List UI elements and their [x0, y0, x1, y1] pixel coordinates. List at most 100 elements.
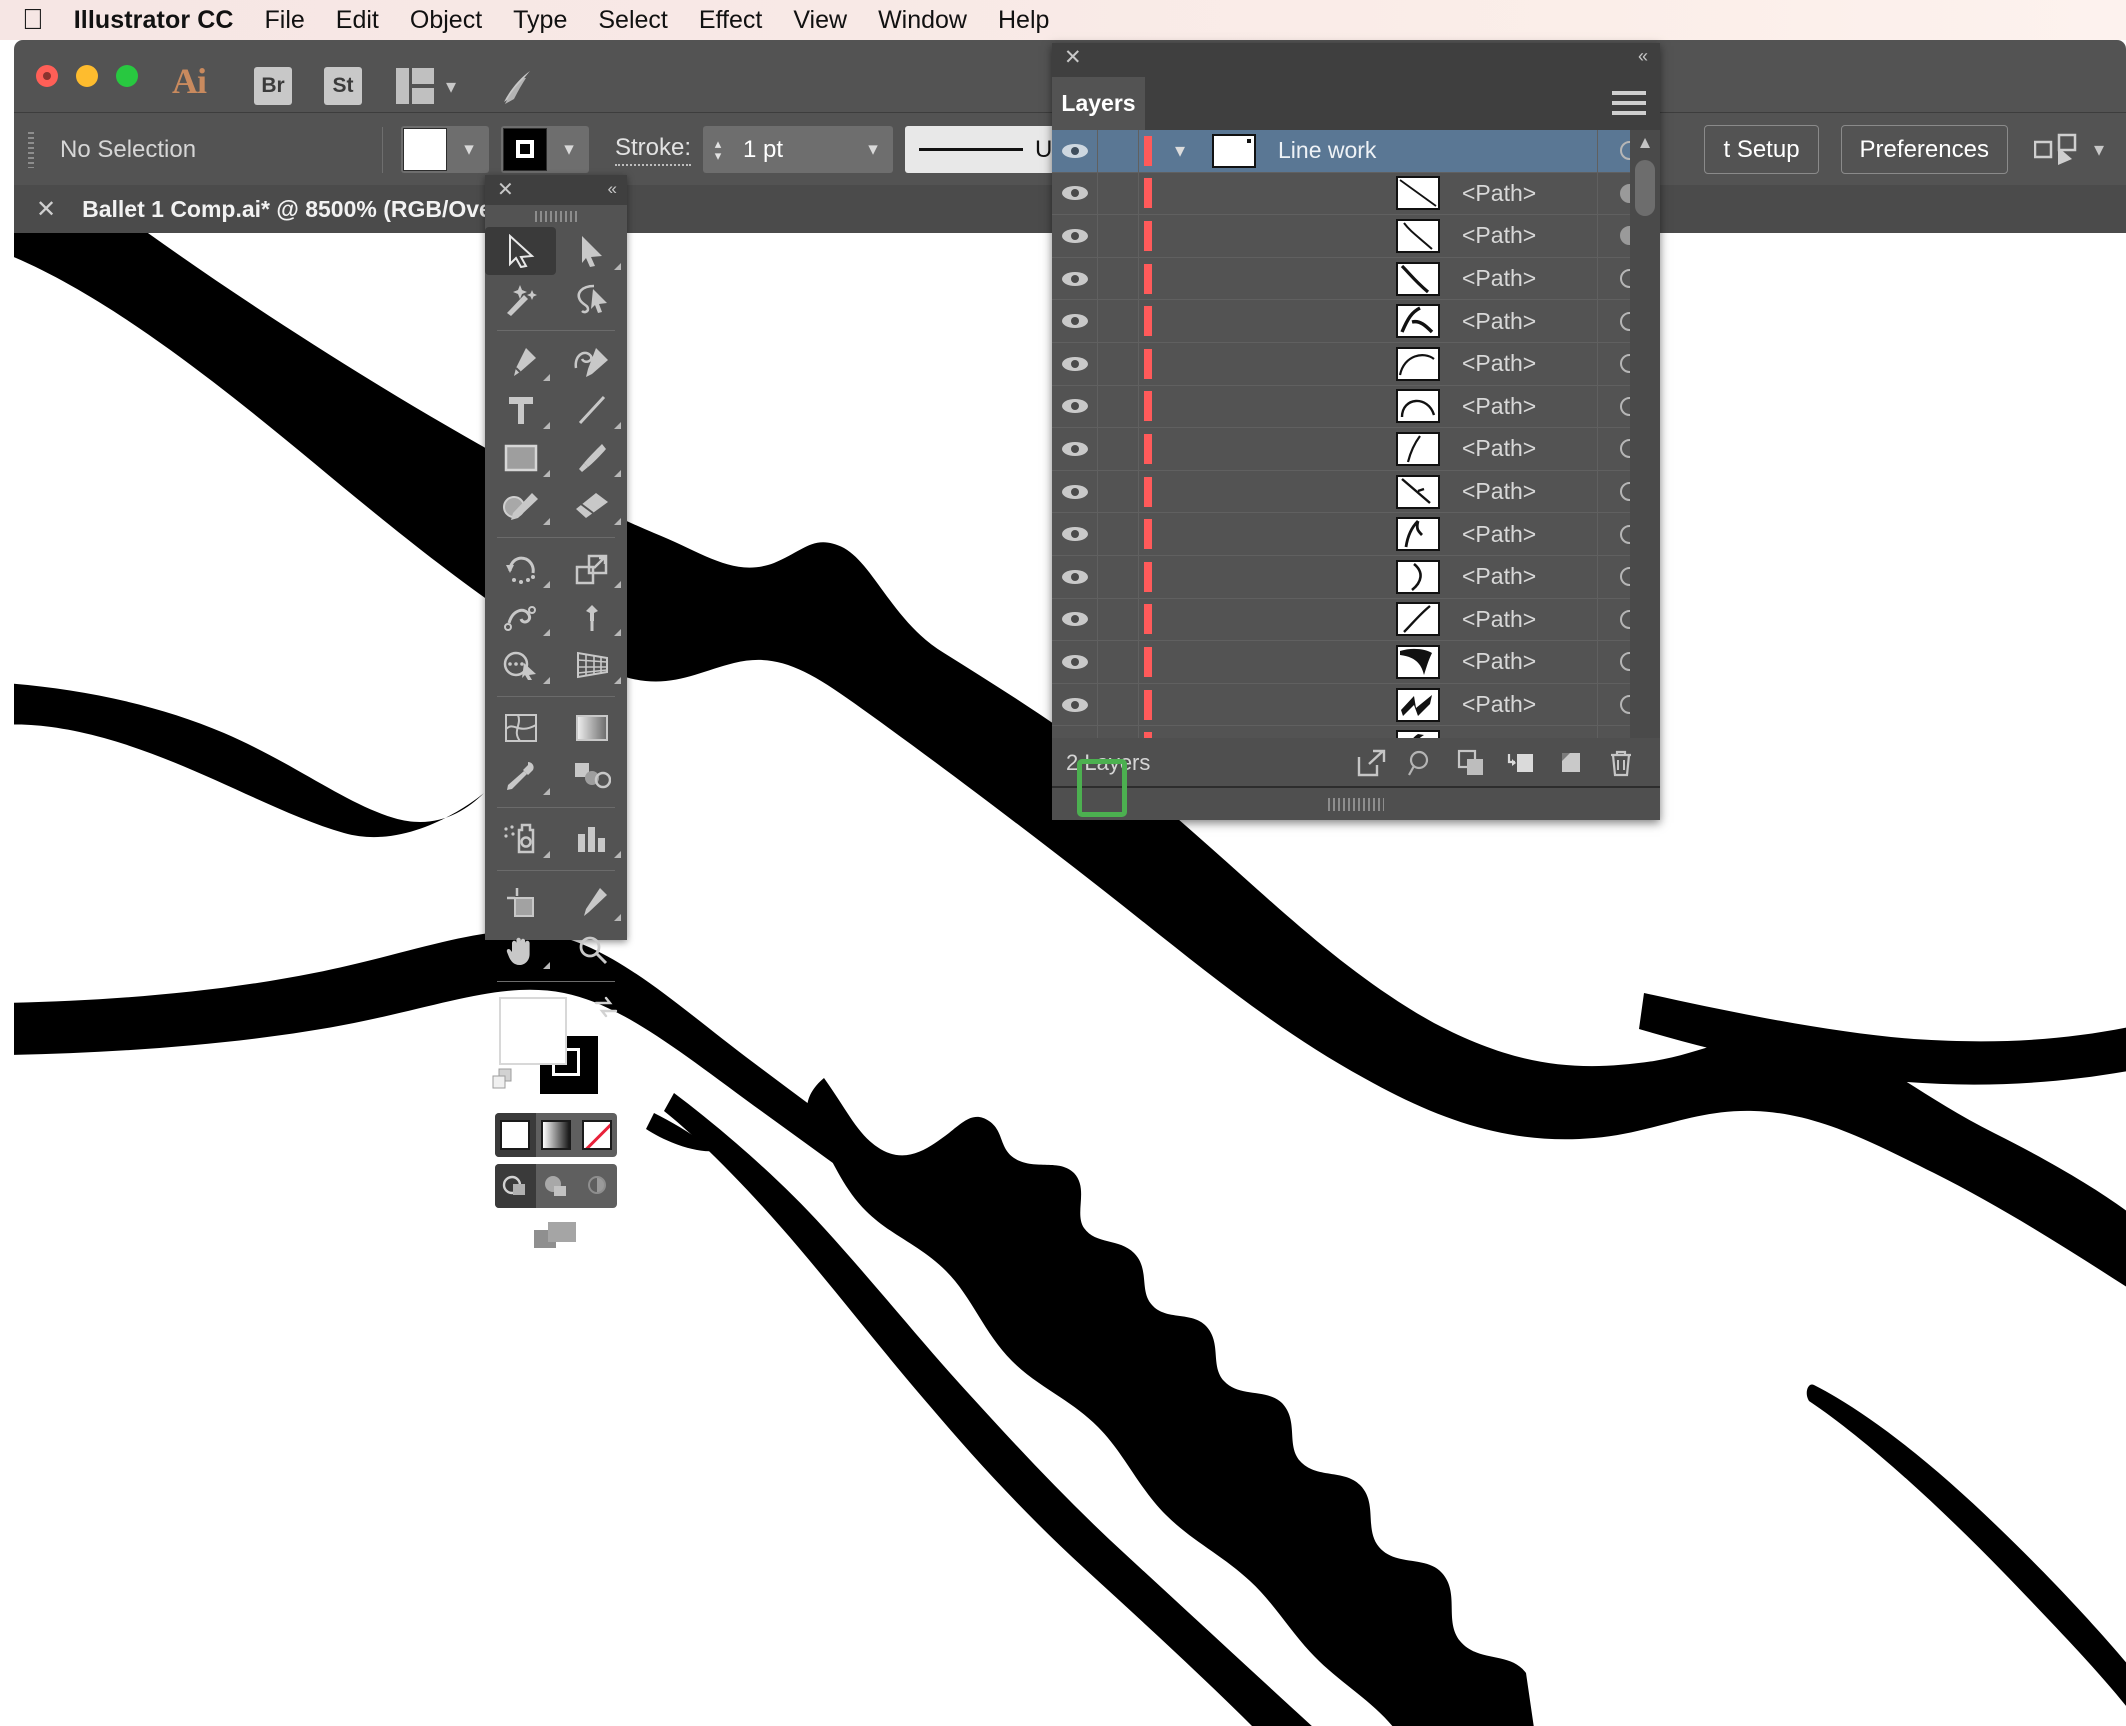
lock-toggle[interactable]: [1097, 258, 1139, 300]
gradient-button[interactable]: [536, 1113, 577, 1157]
visibility-toggle[interactable]: [1052, 354, 1097, 374]
path-row[interactable]: <Path>: [1052, 215, 1660, 258]
visibility-toggle[interactable]: [1052, 567, 1097, 587]
path-row[interactable]: <Path>: [1052, 471, 1660, 514]
path-row[interactable]: <Path>: [1052, 556, 1660, 599]
path-name[interactable]: <Path>: [1440, 393, 1597, 420]
path-row[interactable]: <Path>: [1052, 300, 1660, 343]
make-clipping-mask-button[interactable]: [1446, 738, 1496, 788]
visibility-toggle[interactable]: [1052, 609, 1097, 629]
collapse-panel-icon[interactable]: «: [1638, 46, 1648, 67]
visibility-toggle[interactable]: [1052, 141, 1097, 161]
document-setup-button[interactable]: t Setup: [1704, 125, 1818, 174]
path-name[interactable]: <Path>: [1440, 648, 1597, 675]
path-name[interactable]: <Path>: [1440, 521, 1597, 548]
chevron-down-icon[interactable]: ▾: [446, 74, 456, 99]
visibility-toggle[interactable]: [1052, 311, 1097, 331]
path-row[interactable]: <Path>: [1052, 428, 1660, 471]
path-name[interactable]: <Path>: [1440, 691, 1597, 718]
lock-toggle[interactable]: [1097, 556, 1139, 598]
artboard-tool[interactable]: [485, 878, 556, 926]
path-name[interactable]: <Path>: [1440, 350, 1597, 377]
release-to-layers-button[interactable]: [1346, 738, 1396, 788]
visibility-toggle[interactable]: [1052, 183, 1097, 203]
expand-layer-chevron-down-icon[interactable]: ▾: [1152, 138, 1208, 163]
none-button[interactable]: [576, 1113, 617, 1157]
apple-icon[interactable]: : [22, 6, 44, 35]
lock-toggle[interactable]: [1097, 343, 1139, 385]
path-row[interactable]: <Path>: [1052, 343, 1660, 386]
lock-toggle[interactable]: [1097, 471, 1139, 513]
column-graph-tool[interactable]: [556, 815, 627, 863]
lock-toggle[interactable]: [1097, 130, 1139, 172]
free-transform-tool[interactable]: [556, 593, 627, 641]
draw-inside-button[interactable]: [576, 1164, 617, 1208]
symbol-sprayer-tool[interactable]: [485, 815, 556, 863]
maximize-window-button[interactable]: [116, 65, 138, 87]
shape-builder-tool[interactable]: [485, 641, 556, 689]
visibility-toggle[interactable]: [1052, 439, 1097, 459]
lock-toggle[interactable]: [1097, 173, 1139, 215]
scale-tool[interactable]: [556, 545, 627, 593]
lock-toggle[interactable]: [1097, 428, 1139, 470]
rotate-tool[interactable]: [485, 545, 556, 593]
draw-behind-button[interactable]: [536, 1164, 577, 1208]
menu-item-effect[interactable]: Effect: [699, 6, 762, 35]
path-row[interactable]: <Path>: [1052, 173, 1660, 216]
width-tool[interactable]: [485, 593, 556, 641]
curvature-tool[interactable]: [556, 338, 627, 386]
scroll-up-arrow-icon[interactable]: ▲: [1630, 130, 1660, 156]
locate-object-button[interactable]: [1396, 738, 1446, 788]
type-tool[interactable]: [485, 386, 556, 434]
eraser-tool[interactable]: [556, 482, 627, 530]
chevron-down-icon[interactable]: ▾: [2094, 137, 2104, 162]
default-fill-stroke-icon[interactable]: [491, 1067, 517, 1091]
perspective-grid-tool[interactable]: [556, 641, 627, 689]
preferences-button[interactable]: Preferences: [1841, 125, 2008, 174]
bridge-button[interactable]: Br: [254, 67, 292, 105]
stroke-swatch-group[interactable]: ▾: [501, 126, 589, 173]
direct-selection-tool[interactable]: [556, 227, 627, 275]
layer-row-line-work[interactable]: ▾ Line work: [1052, 130, 1660, 173]
close-icon[interactable]: ✕: [36, 195, 56, 224]
gradient-tool[interactable]: [556, 704, 627, 752]
visibility-toggle[interactable]: [1052, 269, 1097, 289]
create-new-sublayer-button[interactable]: [1496, 738, 1546, 788]
menu-app-name[interactable]: Illustrator CC: [74, 6, 234, 35]
color-button[interactable]: [495, 1113, 536, 1157]
lock-toggle[interactable]: [1097, 513, 1139, 555]
stroke-weight-field[interactable]: ▴▾ 1 pt ▾: [703, 126, 893, 173]
draw-normal-button[interactable]: [495, 1164, 536, 1208]
stroke-label[interactable]: Stroke:: [615, 134, 691, 166]
stroke-weight-value[interactable]: 1 pt: [733, 128, 853, 171]
close-icon[interactable]: ✕: [497, 177, 514, 202]
chevron-down-icon[interactable]: ▾: [449, 138, 489, 161]
path-row[interactable]: <Path>: [1052, 386, 1660, 429]
tab-layers[interactable]: Layers: [1052, 77, 1145, 130]
menu-item-window[interactable]: Window: [878, 6, 967, 35]
path-name[interactable]: <Path>: [1440, 265, 1597, 292]
eyedropper-tool[interactable]: [485, 752, 556, 800]
chevron-down-icon[interactable]: ▾: [549, 138, 589, 161]
lock-toggle[interactable]: [1097, 599, 1139, 641]
document-tab[interactable]: ✕ Ballet 1 Comp.ai* @ 8500% (RGB/Overpri…: [14, 185, 544, 233]
tools-panel-grip[interactable]: [485, 205, 627, 227]
lasso-tool[interactable]: [556, 275, 627, 323]
magic-wand-tool[interactable]: [485, 275, 556, 323]
minimize-window-button[interactable]: [76, 65, 98, 87]
zoom-tool[interactable]: [556, 926, 627, 974]
arrange-documents-icon[interactable]: [396, 68, 434, 104]
mesh-tool[interactable]: [485, 704, 556, 752]
path-name[interactable]: <Path>: [1440, 563, 1597, 590]
path-name[interactable]: <Path>: [1440, 308, 1597, 335]
chevron-down-icon[interactable]: ▾: [853, 138, 893, 161]
rectangle-tool[interactable]: [485, 434, 556, 482]
blend-tool[interactable]: [556, 752, 627, 800]
menu-item-help[interactable]: Help: [998, 6, 1049, 35]
layer-name[interactable]: Line work: [1256, 137, 1597, 164]
path-row[interactable]: <Path>: [1052, 258, 1660, 301]
menu-item-type[interactable]: Type: [513, 6, 567, 35]
stroke-swatch[interactable]: [503, 128, 547, 171]
stock-button[interactable]: St: [324, 67, 362, 105]
path-name[interactable]: <Path>: [1440, 180, 1597, 207]
